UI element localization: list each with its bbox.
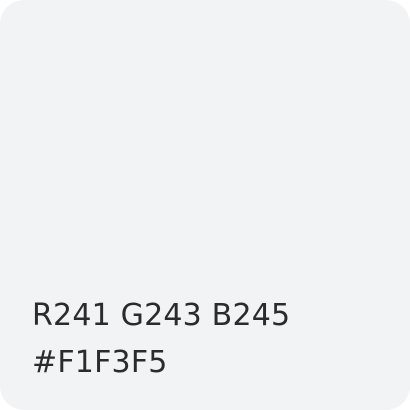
hex-value-label: #F1F3F5 bbox=[32, 345, 168, 380]
color-values: R241 G243 B245 #F1F3F5 bbox=[32, 292, 290, 386]
rgb-value-label: R241 G243 B245 bbox=[32, 298, 291, 333]
color-swatch-card: R241 G243 B245 #F1F3F5 bbox=[0, 0, 410, 410]
